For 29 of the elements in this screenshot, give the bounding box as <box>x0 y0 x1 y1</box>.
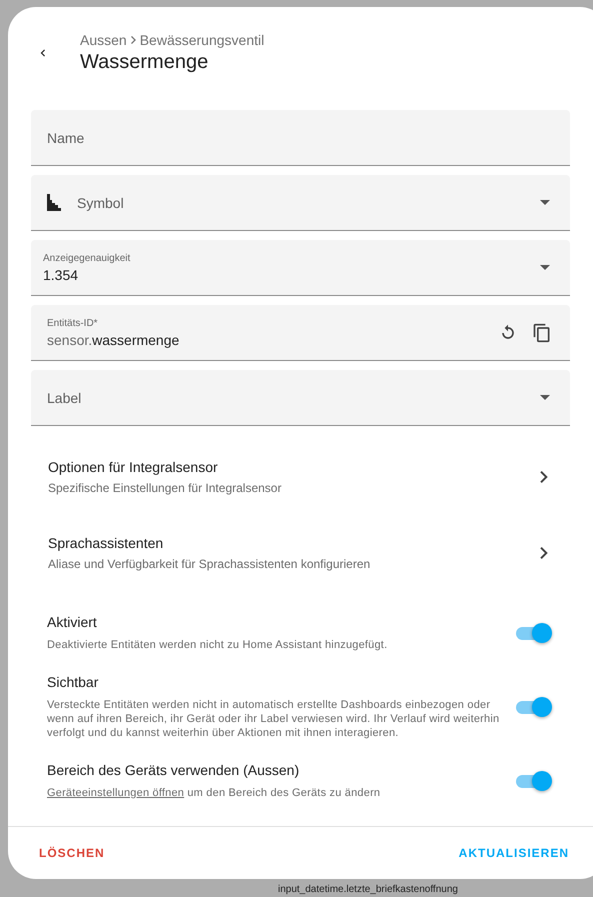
name-field[interactable]: Name <box>31 110 570 166</box>
delete-button[interactable]: LÖSCHEN <box>31 838 113 868</box>
toggle-title: Bereich des Geräts verwenden (Aussen) <box>47 762 300 778</box>
background-text: input_datetime.letzte_briefkastenoffnung <box>278 884 458 895</box>
entity-id-field[interactable]: Entitäts-ID* sensor.wassermenge <box>31 305 570 361</box>
toggle-switch[interactable] <box>516 696 554 718</box>
chevron-icon <box>540 547 548 559</box>
icon-select-field[interactable]: Symbol <box>31 175 570 231</box>
settings-link[interactable]: Geräteeinstellungen öffnen <box>47 787 184 799</box>
dialog-title: Wassermenge <box>80 51 210 74</box>
toggle-title: Aktiviert <box>47 614 98 630</box>
dropdown-icon <box>540 395 550 400</box>
chevron-icon <box>540 471 548 483</box>
toggle-description: Geräteeinstellungen öffnen um den Bereich des Geräts zu ändern <box>47 786 382 800</box>
toggle-switch[interactable] <box>516 622 554 644</box>
toggle-switch[interactable] <box>516 770 554 792</box>
precision-select[interactable]: Anzeigegenauigkeit 1.354 <box>31 240 570 296</box>
breadcrumb-item: Bewässerungsventil <box>140 32 264 48</box>
dropdown-icon <box>540 265 550 270</box>
toggle-description: Versteckte Entitäten werden nicht in automatisch erstellte Dashboards einbezogen oder wenn auf ihren Bereich, ihr Gerät oder ihr Label verwiesen wird. Ihr Verlauf wird weiterhin verfolgt und du kannst weiterhin über Aktionen mit ihnen interagieren. <box>47 698 500 740</box>
copy-icon[interactable] <box>532 322 552 342</box>
settings-row[interactable]: Sprachassistenten Aliase und Verfügbarkeit für Sprachassistenten konfigurieren <box>31 525 570 581</box>
chevron-icon <box>130 36 136 44</box>
label-select[interactable]: Label <box>31 370 570 426</box>
breadcrumb-item: Aussen <box>80 32 127 48</box>
settings-row[interactable]: Optionen für Integralsensor Spezifische Einstellungen für Integralsensor <box>31 449 570 505</box>
toggle-title: Sichtbar <box>47 674 100 690</box>
toggle-description: Deaktivierte Entitäten werden nicht zu Home Assistant hinzugefügt. <box>47 638 388 652</box>
dropdown-icon <box>540 200 550 205</box>
